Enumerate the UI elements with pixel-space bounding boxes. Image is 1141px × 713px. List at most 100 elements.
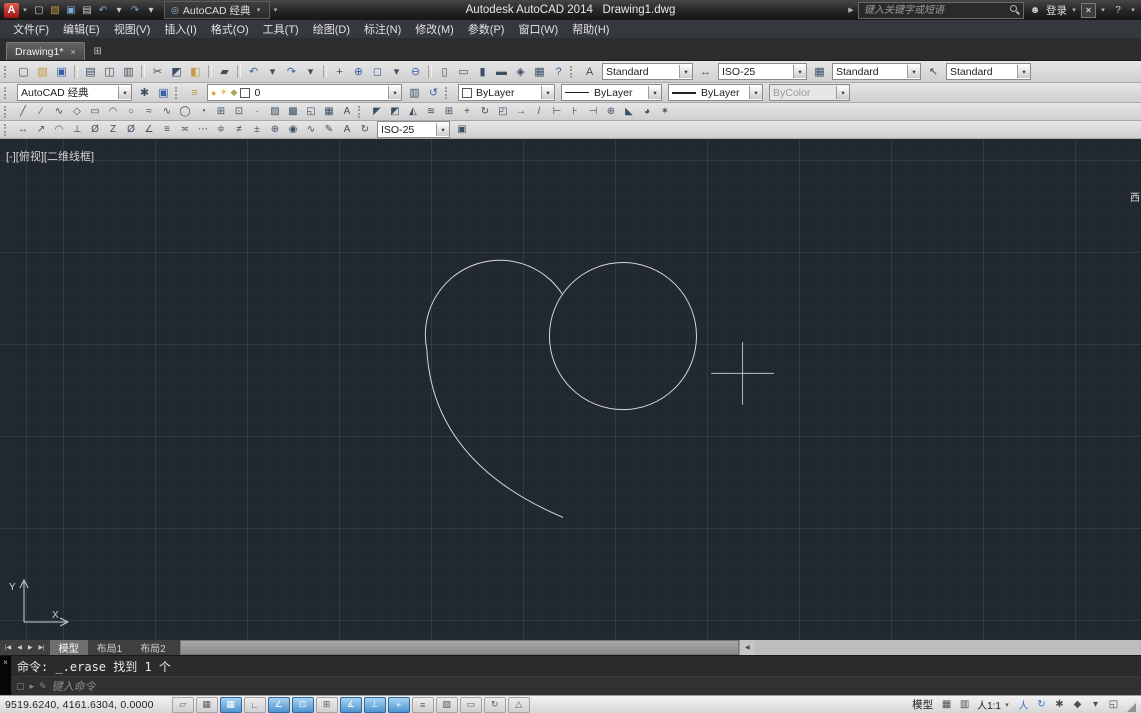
- menu-item[interactable]: 视图(V): [107, 20, 158, 38]
- insert-block-icon[interactable]: ⊞: [212, 104, 230, 119]
- array-icon[interactable]: ⊞: [440, 104, 458, 119]
- selection-cycling-toggle[interactable]: ↻: [483, 696, 506, 713]
- command-input-hint[interactable]: 键入命令: [52, 678, 96, 694]
- dimension-text-edit-icon[interactable]: A: [338, 122, 356, 137]
- coordinates-readout[interactable]: 9519.6240, 4161.6304, 0.0000: [5, 699, 154, 711]
- zoom-dropdown-icon[interactable]: ▾: [387, 63, 406, 80]
- undo-icon[interactable]: ↶: [244, 63, 263, 80]
- signin-label[interactable]: 登录: [1046, 3, 1067, 18]
- combo-caret-icon[interactable]: ▾: [436, 123, 449, 136]
- command-input-row[interactable]: ▢ ▸ ✎ 键入命令: [11, 677, 1141, 695]
- ortho-mode-toggle[interactable]: ∟: [243, 696, 266, 713]
- object-snap-3d-toggle[interactable]: ⊞: [315, 696, 338, 713]
- break-icon[interactable]: ⊣: [584, 104, 602, 119]
- new-tab-icon[interactable]: ⊞: [90, 44, 106, 59]
- menu-item[interactable]: 窗口(W): [511, 20, 565, 38]
- cleanscreen-icon[interactable]: ◱: [1106, 698, 1121, 712]
- command-window-rail[interactable]: ×: [0, 656, 11, 695]
- help-question-icon[interactable]: ?: [1110, 2, 1126, 18]
- spline-icon[interactable]: ∿: [158, 104, 176, 119]
- signin-caret-icon[interactable]: ▾: [1070, 6, 1078, 14]
- revision-cloud-icon[interactable]: ≈: [140, 104, 158, 119]
- markup-set-manager-icon[interactable]: ◈: [511, 63, 530, 80]
- combo-caret-icon[interactable]: ▾: [679, 65, 692, 78]
- properties-icon[interactable]: ▯: [435, 63, 454, 80]
- layer-combo-caret-icon[interactable]: ▾: [388, 86, 401, 99]
- jogged-linear-icon[interactable]: ∿: [302, 122, 320, 137]
- quickcalc-icon[interactable]: ▦: [530, 63, 549, 80]
- layer-states-icon[interactable]: ▥: [405, 84, 424, 101]
- copy-icon[interactable]: ◩: [167, 63, 186, 80]
- menu-item[interactable]: 帮助(H): [565, 20, 616, 38]
- chamfer-icon[interactable]: ◣: [620, 104, 638, 119]
- quick-dimension-icon[interactable]: ≡: [158, 122, 176, 137]
- app-menu-caret-icon[interactable]: ▾: [21, 6, 29, 14]
- combo-caret-icon[interactable]: ▾: [648, 86, 661, 99]
- dimension-break-icon[interactable]: ≠: [230, 122, 248, 137]
- grid-display-toggle[interactable]: ▦: [219, 696, 242, 713]
- exchange-apps-icon[interactable]: ✕: [1081, 2, 1096, 18]
- stretch-icon[interactable]: →: [512, 104, 530, 119]
- text-style-combo[interactable]: Standard ▾: [602, 63, 693, 80]
- model-space-button[interactable]: 模型: [909, 697, 936, 712]
- mleader-style-combo[interactable]: Standard ▾: [946, 63, 1031, 80]
- dimension-style-combo[interactable]: ISO-25 ▾: [377, 121, 450, 138]
- rotate-icon[interactable]: ↻: [476, 104, 494, 119]
- menu-item[interactable]: 修改(M): [408, 20, 461, 38]
- arc-length-dimension-icon[interactable]: ◠: [50, 122, 68, 137]
- copy-object-icon[interactable]: ◩: [386, 104, 404, 119]
- search-expand-icon[interactable]: ▶: [847, 6, 855, 14]
- menu-item[interactable]: 编辑(E): [56, 20, 107, 38]
- toolbar-grip[interactable]: [445, 86, 451, 99]
- plot-preview-icon[interactable]: ◫: [100, 63, 119, 80]
- polyline-icon[interactable]: ∿: [50, 104, 68, 119]
- baseline-dimension-icon[interactable]: ≍: [176, 122, 194, 137]
- gear-icon[interactable]: ✱: [135, 84, 154, 101]
- quick-view-drawings-icon[interactable]: ▥: [957, 698, 972, 712]
- table-style-combo[interactable]: Standard ▾: [832, 63, 921, 80]
- prev-tab-button[interactable]: ◀: [15, 644, 24, 651]
- lineweight-display-toggle[interactable]: ≡: [411, 696, 434, 713]
- autocad-logo-icon[interactable]: A: [4, 2, 19, 18]
- plot-icon[interactable]: ▤: [81, 63, 100, 80]
- drawing-area[interactable]: [-][俯视][二维线框] 西 Y X: [0, 139, 1141, 640]
- object-color-combo[interactable]: ByLayer ▾: [458, 84, 555, 101]
- match-properties-icon[interactable]: ▰: [215, 63, 234, 80]
- dynamic-ucs-toggle[interactable]: ⊥: [363, 696, 386, 713]
- save-icon[interactable]: ▣: [52, 63, 71, 80]
- qat-plot-icon[interactable]: ▤: [79, 2, 95, 18]
- annotation-monitor-toggle[interactable]: △: [507, 696, 530, 713]
- layer-properties-manager-icon[interactable]: ≡: [185, 84, 204, 101]
- quick-view-layouts-icon[interactable]: ▦: [939, 698, 954, 712]
- line-icon[interactable]: ╱: [14, 104, 32, 119]
- next-tab-button[interactable]: ▶: [26, 644, 35, 651]
- multiline-text-icon[interactable]: A: [338, 104, 356, 119]
- menu-item[interactable]: 文件(F): [6, 20, 56, 38]
- menu-item[interactable]: 插入(I): [157, 20, 203, 38]
- radius-dimension-icon[interactable]: Ø: [86, 122, 104, 137]
- infer-constraints-toggle[interactable]: ▱: [171, 696, 194, 713]
- polar-tracking-toggle[interactable]: ∠: [267, 696, 290, 713]
- point-icon[interactable]: ·: [248, 104, 266, 119]
- designcenter-icon[interactable]: ▭: [454, 63, 473, 80]
- search-magnifier-icon[interactable]: [1010, 5, 1020, 15]
- exchange-caret-icon[interactable]: ▾: [1099, 6, 1107, 14]
- command-window-close-icon[interactable]: ×: [3, 658, 8, 667]
- qat-undo-icon[interactable]: ↶: [95, 2, 111, 18]
- aligned-dimension-icon[interactable]: ↗: [32, 122, 50, 137]
- rectangle-icon[interactable]: ▭: [86, 104, 104, 119]
- layer-previous-icon[interactable]: ↺: [424, 84, 443, 101]
- statusbar-menu-icon[interactable]: ▾: [1088, 698, 1103, 712]
- object-snap-toggle[interactable]: ⊡: [291, 696, 314, 713]
- offset-icon[interactable]: ≋: [422, 104, 440, 119]
- inspection-icon[interactable]: ◉: [284, 122, 302, 137]
- command-options-icon[interactable]: ▸: [30, 681, 35, 692]
- qat-overflow-caret-icon[interactable]: ▾: [272, 6, 280, 14]
- mirror-icon[interactable]: ◭: [404, 104, 422, 119]
- dimension-space-icon[interactable]: ≑: [212, 122, 230, 137]
- annotation-scale-button[interactable]: 人1:1 ▾: [975, 697, 1013, 712]
- annotation-scale-caret-icon[interactable]: ▾: [1003, 701, 1011, 709]
- tab-model[interactable]: 模型: [49, 640, 88, 655]
- open-icon[interactable]: ▧: [33, 63, 52, 80]
- snap-mode-toggle[interactable]: ▦: [195, 696, 218, 713]
